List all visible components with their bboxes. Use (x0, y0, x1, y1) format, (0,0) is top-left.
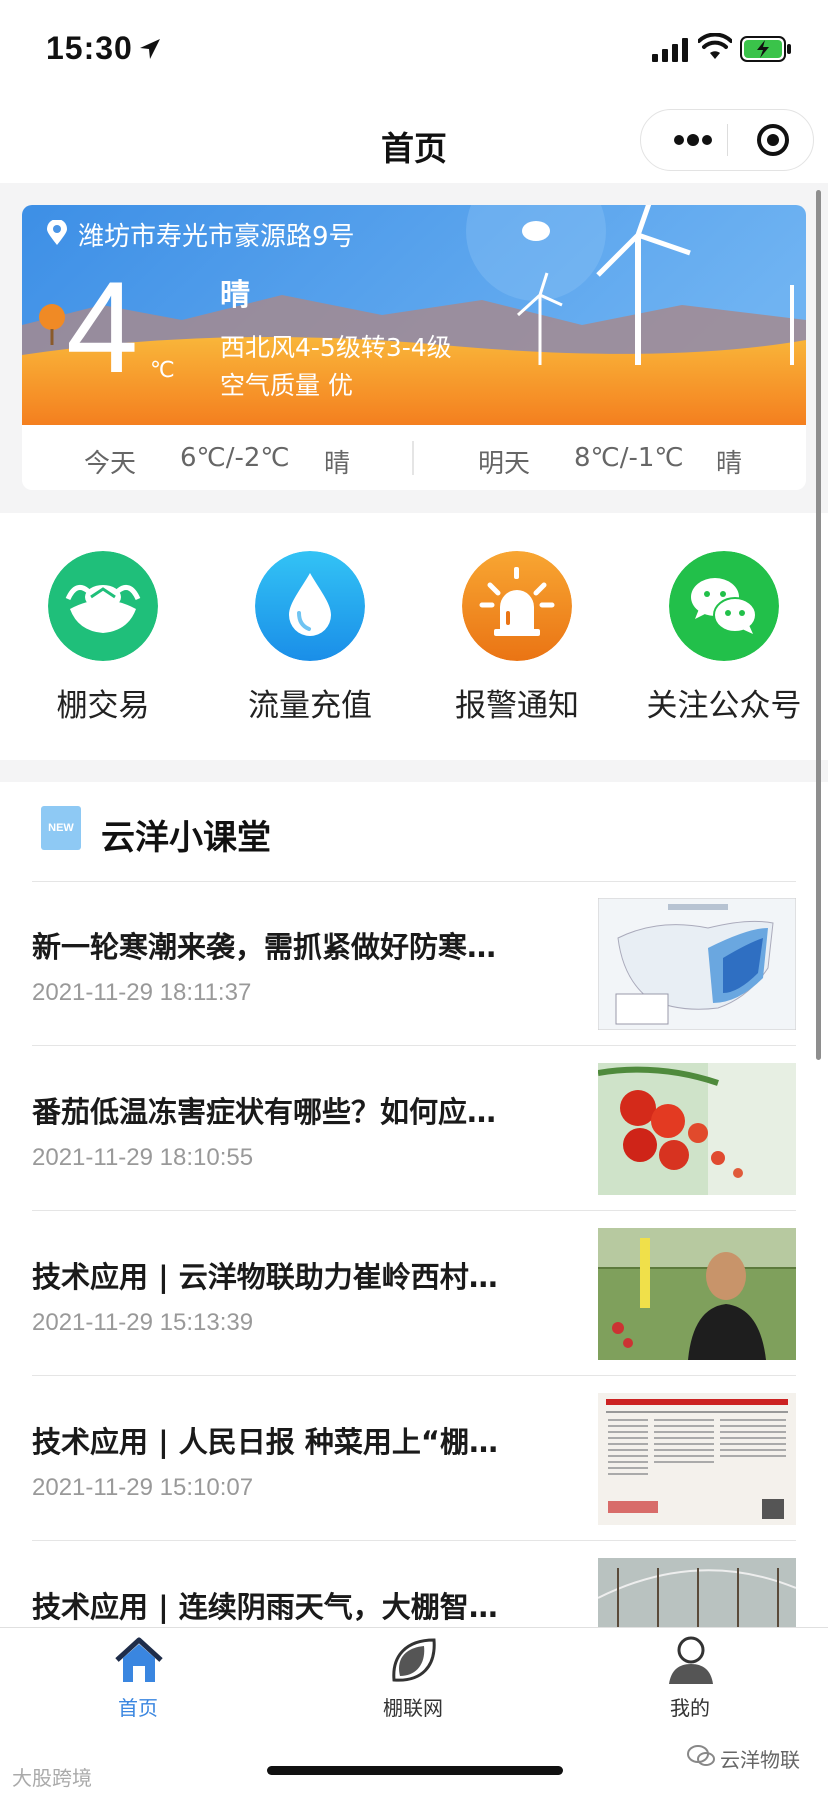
shortcut-label-greenhouse-trade: 棚交易 (56, 688, 150, 724)
today-condition: 晴 (324, 449, 351, 479)
home-indicator (267, 1766, 563, 1775)
item-divider (32, 1045, 796, 1046)
news-date: 2021-11-29 15:13:39 (32, 1309, 254, 1336)
shortcut-data-recharge[interactable] (255, 551, 365, 665)
watermark-left: 大股跨境 (12, 1766, 92, 1790)
home-icon (115, 1637, 163, 1682)
section-title: 云洋小课堂 (101, 818, 271, 858)
wind-info: 西北风4-5级转3-4级 (220, 333, 452, 362)
close-program-icon[interactable] (741, 110, 805, 170)
weather-condition: 晴 (220, 278, 250, 313)
status-time: 15:30 (46, 30, 133, 66)
news-title: 技术应用 | 连续阴雨天气，大棚智… (32, 1590, 498, 1624)
location-pin-icon (47, 220, 67, 245)
shortcut-follow-account[interactable] (669, 551, 779, 665)
tomorrow-range: 8℃/-1℃ (574, 443, 684, 473)
capsule-divider (727, 124, 728, 156)
cellular-signal-icon (652, 38, 688, 62)
current-temperature: 4 (66, 254, 139, 400)
more-options-icon[interactable] (661, 110, 725, 170)
today-label: 今天 (84, 449, 137, 479)
weather-address: 潍坊市寿光市豪源路9号 (78, 222, 355, 252)
section-divider (32, 881, 796, 882)
news-date: 2021-11-29 18:10:55 (32, 1144, 254, 1171)
forecast-divider (412, 441, 414, 475)
tomorrow-condition: 晴 (716, 449, 743, 479)
news-thumbnail (598, 1228, 796, 1360)
item-divider (32, 1540, 796, 1541)
wifi-icon (698, 33, 732, 59)
wechat-watermark-icon (687, 1745, 715, 1766)
item-divider (32, 1375, 796, 1376)
news-date: 2021-11-29 18:11:37 (32, 979, 252, 1006)
news-title: 新一轮寒潮来袭，需抓紧做好防寒… (32, 930, 497, 964)
news-thumbnail (598, 1063, 796, 1195)
tab-label-mine: 我的 (670, 1696, 710, 1720)
shortcut-label-alarm-notify: 报警通知 (455, 688, 579, 724)
news-thumbnail (598, 1558, 796, 1627)
shortcut-label-data-recharge: 流量充值 (248, 688, 372, 724)
today-range: 6℃/-2℃ (180, 443, 290, 473)
battery-charging-icon (740, 36, 791, 62)
shortcut-label-follow-account: 关注公众号 (646, 688, 802, 724)
scrollbar[interactable] (816, 190, 821, 1060)
tomorrow-label: 明天 (478, 449, 531, 479)
wechat-icon (669, 551, 779, 661)
mini-program-capsule (640, 109, 814, 171)
greenhouse-trade-icon (48, 551, 158, 661)
user-profile-icon (669, 1636, 713, 1684)
air-quality: 空气质量 优 (220, 371, 353, 400)
news-thumbnail (598, 898, 796, 1030)
leaf-icon (392, 1638, 436, 1682)
new-badge-icon: NEW (41, 806, 81, 850)
shortcut-alarm-notify[interactable] (462, 551, 572, 665)
shortcut-greenhouse-trade[interactable] (48, 551, 158, 665)
tab-label-greenhouse-net: 棚联网 (383, 1696, 443, 1720)
watermark-right: 云洋物联 (720, 1748, 800, 1772)
alarm-light-icon (462, 551, 572, 661)
news-title: 番茄低温冻害症状有哪些？如何应… (32, 1095, 497, 1129)
tab-label-home: 首页 (118, 1696, 158, 1720)
news-title: 技术应用 | 人民日报 种菜用上“棚… (32, 1425, 498, 1459)
news-title: 技术应用 | 云洋物联助力崔岭西村… (32, 1260, 498, 1294)
temperature-unit: ℃ (150, 358, 175, 383)
item-divider (32, 1210, 796, 1211)
water-drop-icon (255, 551, 365, 661)
news-thumbnail (598, 1393, 796, 1525)
news-date: 2021-11-29 15:10:07 (32, 1474, 254, 1501)
location-arrow-icon (140, 39, 160, 59)
